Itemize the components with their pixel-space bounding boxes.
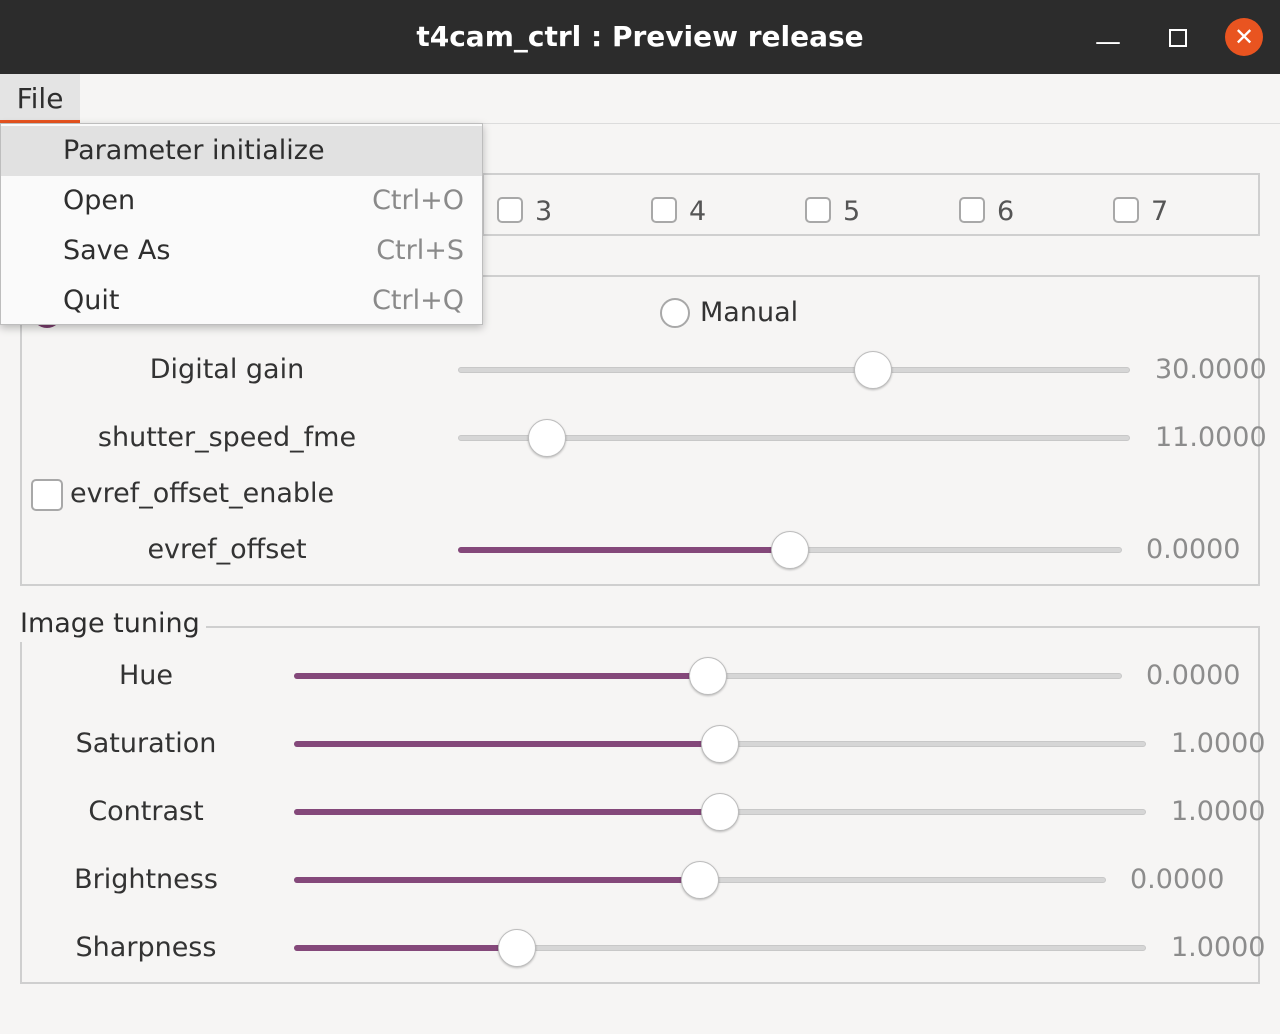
slider-fill (294, 877, 700, 883)
saturation-label: Saturation (75, 728, 217, 759)
minimize-button[interactable]: — (1088, 22, 1128, 62)
slider-handle[interactable] (701, 725, 739, 763)
saturation-slider[interactable] (294, 725, 1146, 763)
slider-fill (294, 809, 720, 815)
slider-handle[interactable] (681, 861, 719, 899)
menu-item-label: Open (63, 185, 136, 216)
menu-item-label: Save As (63, 235, 171, 266)
maximize-icon (1169, 29, 1187, 47)
slider-fill (294, 741, 720, 747)
menu-item-open[interactable]: Open Ctrl+O (1, 176, 482, 226)
close-button[interactable]: ✕ (1225, 18, 1263, 56)
slider-fill (458, 547, 790, 553)
menu-item-shortcut: Ctrl+Q (372, 285, 464, 316)
close-icon: ✕ (1233, 23, 1255, 51)
contrast-value: 1.0000 (1171, 796, 1266, 827)
camera-checkbox-label: 6 (997, 196, 1015, 227)
slider-track (458, 367, 1130, 373)
slider-fill (294, 945, 517, 951)
brightness-value: 0.0000 (1130, 864, 1225, 895)
saturation-value: 1.0000 (1171, 728, 1266, 759)
brightness-slider[interactable] (294, 861, 1106, 899)
evref-offset-enable-label: evref_offset_enable (70, 478, 335, 509)
shutter-speed-value: 11.0000 (1155, 422, 1267, 453)
sharpness-label: Sharpness (75, 932, 217, 963)
brightness-label: Brightness (74, 864, 218, 895)
hue-label: Hue (118, 660, 174, 691)
camera-checkbox-6[interactable] (959, 197, 985, 223)
menu-bar (0, 74, 1280, 124)
digital-gain-value: 30.0000 (1155, 354, 1267, 385)
menu-item-label: Parameter initialize (63, 135, 325, 166)
evref-offset-label: evref_offset (147, 534, 307, 565)
camera-checkbox-4[interactable] (651, 197, 677, 223)
minimize-icon: — (1095, 27, 1121, 57)
hue-value: 0.0000 (1146, 660, 1241, 691)
digital-gain-slider[interactable] (458, 351, 1130, 389)
camera-checkbox-7[interactable] (1113, 197, 1139, 223)
digital-gain-label: Digital gain (149, 354, 305, 385)
evref-offset-enable-checkbox[interactable] (31, 479, 63, 511)
menu-item-shortcut: Ctrl+O (372, 185, 464, 216)
manual-radio-label: Manual (700, 297, 799, 328)
camera-checkbox-label: 3 (535, 196, 553, 227)
slider-fill (294, 673, 708, 679)
slider-handle[interactable] (497, 929, 536, 967)
contrast-slider[interactable] (294, 793, 1146, 831)
slider-handle[interactable] (689, 657, 727, 695)
hue-slider[interactable] (294, 657, 1122, 695)
contrast-label: Contrast (88, 796, 204, 827)
sharpness-slider[interactable] (294, 929, 1146, 967)
file-dropdown-menu: Parameter initialize Open Ctrl+O Save As… (0, 123, 483, 325)
shutter-speed-label: shutter_speed_fme (97, 422, 357, 453)
camera-checkbox-label: 5 (843, 196, 861, 227)
shutter-speed-slider[interactable] (458, 419, 1130, 457)
sharpness-value: 1.0000 (1171, 932, 1266, 963)
slider-handle[interactable] (701, 793, 739, 831)
evref-offset-value: 0.0000 (1146, 534, 1241, 565)
menu-item-parameter-initialize[interactable]: Parameter initialize (1, 126, 482, 176)
slider-handle[interactable] (527, 419, 566, 457)
camera-checkbox-5[interactable] (805, 197, 831, 223)
menu-item-shortcut: Ctrl+S (376, 235, 464, 266)
evref-offset-slider[interactable] (458, 531, 1122, 569)
menu-item-label: Quit (63, 285, 120, 316)
slider-handle[interactable] (854, 351, 893, 389)
image-tuning-title: Image tuning (20, 606, 206, 642)
camera-checkbox-label: 4 (689, 196, 707, 227)
menu-file[interactable]: File (0, 74, 80, 124)
slider-handle[interactable] (771, 531, 809, 569)
camera-checkbox-3[interactable] (497, 197, 523, 223)
manual-radio[interactable] (660, 298, 690, 328)
menu-item-quit[interactable]: Quit Ctrl+Q (1, 276, 482, 326)
maximize-button[interactable] (1156, 18, 1196, 58)
camera-select-group (482, 173, 1260, 236)
menu-item-save-as[interactable]: Save As Ctrl+S (1, 226, 482, 276)
camera-checkbox-label: 7 (1151, 196, 1169, 227)
